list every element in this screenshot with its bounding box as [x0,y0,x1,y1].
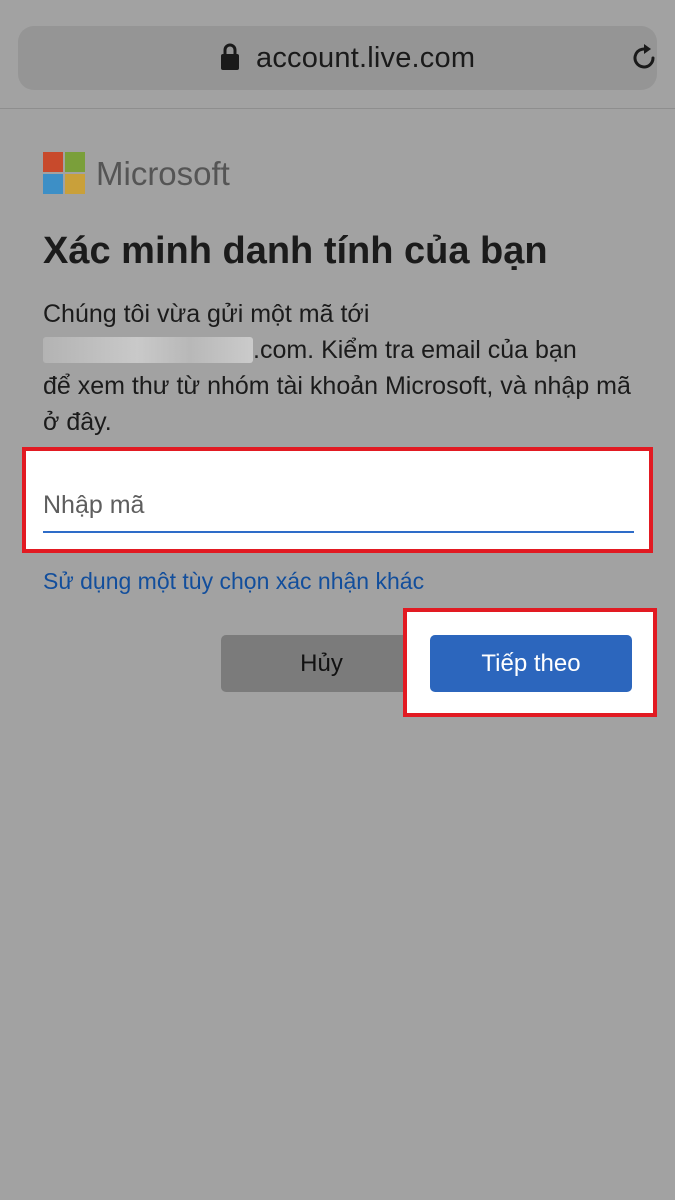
reload-icon[interactable] [629,43,659,73]
alternate-verification-link[interactable]: Sử dụng một tùy chọn xác nhận khác [43,566,424,596]
verification-description: Chúng tôi vừa gửi một mã tới .com. Kiểm … [43,296,643,440]
page-title: Xác minh danh tính của bạn [43,230,548,272]
desc-line1: Chúng tôi vừa gửi một mã tới [43,300,370,328]
desc-rest: để xem thư từ nhóm tài khoản Microsoft, … [43,372,631,436]
next-button[interactable]: Tiếp theo [430,635,632,692]
logo-text: Microsoft [96,155,230,192]
microsoft-logo-icon [43,152,85,194]
code-input-highlight [22,447,653,553]
browser-toolbar: account.live.com [0,0,675,109]
url-text: account.live.com [256,42,476,74]
cancel-button[interactable]: Hủy [221,635,422,692]
redacted-email [43,337,253,363]
desc-email-suffix: .com. Kiểm tra email của bạn [253,336,577,364]
lock-icon [221,43,239,70]
code-input[interactable] [43,479,634,533]
address-bar[interactable]: account.live.com [18,26,657,90]
